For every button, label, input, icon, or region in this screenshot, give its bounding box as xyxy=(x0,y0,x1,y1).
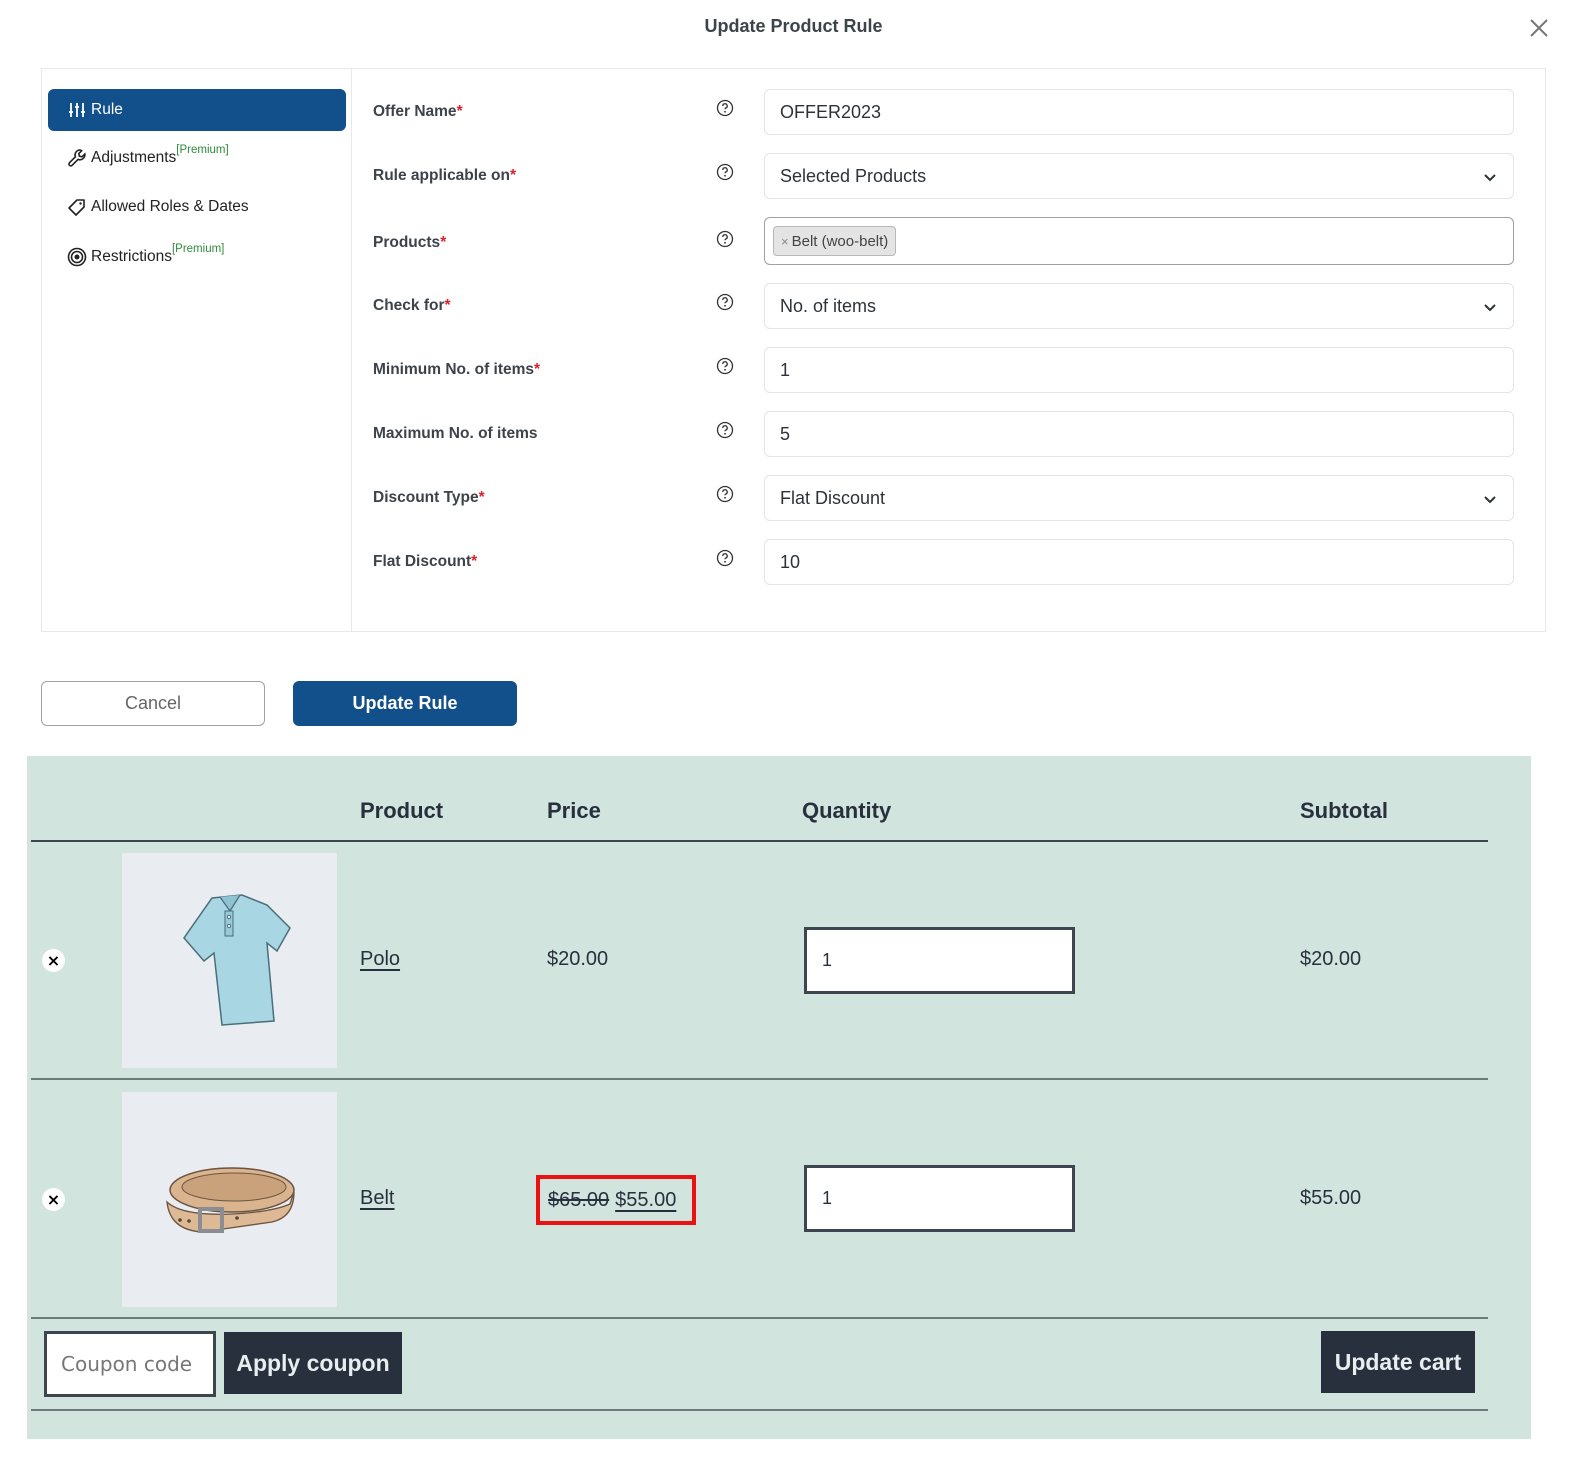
cart-table: Product Price Quantity Subtotal × Polo $… xyxy=(27,756,1531,1439)
product-thumbnail-polo[interactable] xyxy=(122,853,337,1068)
input-value: 5 xyxy=(780,423,791,444)
close-icon xyxy=(1530,19,1548,37)
help-icon[interactable] xyxy=(716,230,734,248)
sidebar-item-label: Adjustments xyxy=(91,149,177,166)
sidebar-item-rule[interactable]: Rule xyxy=(48,89,346,131)
column-header-product: Product xyxy=(360,798,444,823)
sidebar-item-restrictions[interactable]: Restrictions [Premium] xyxy=(48,236,346,278)
chip-remove-button[interactable]: × xyxy=(781,234,789,249)
check-for-select[interactable]: No. of items xyxy=(764,283,1514,329)
product-chip: × Belt (woo-belt) xyxy=(773,226,897,256)
modal-title: Update Product Rule xyxy=(704,16,883,36)
chip-label: Belt (woo-belt) xyxy=(791,232,889,250)
help-icon[interactable] xyxy=(716,293,734,311)
field-label: Check for* xyxy=(373,297,451,314)
sale-price: $55.00 xyxy=(615,1188,677,1211)
cancel-button[interactable]: Cancel xyxy=(41,681,265,726)
help-icon[interactable] xyxy=(716,549,734,567)
remove-item-button[interactable]: × xyxy=(42,1188,65,1211)
field-label: Offer Name* xyxy=(373,103,463,120)
column-header-subtotal: Subtotal xyxy=(1300,798,1388,823)
divider xyxy=(31,1078,1488,1080)
remove-item-button[interactable]: × xyxy=(42,949,65,972)
offer-name-input[interactable]: OFFER2023 xyxy=(764,89,1514,135)
rule-form: Offer Name* OFFER2023 Rule applicable on… xyxy=(352,69,1545,631)
sidebar: Rule Adjustments [Premium] Allowed Roles… xyxy=(42,69,352,631)
sidebar-item-label: Rule xyxy=(91,101,123,118)
divider xyxy=(31,840,1488,842)
form-row-products: Products* × Belt (woo-belt) xyxy=(352,217,1545,265)
form-row-minimum-items: Minimum No. of items* 1 xyxy=(352,347,1545,393)
input-value: OFFER2023 xyxy=(780,101,882,122)
sliders-icon xyxy=(66,99,88,121)
quantity-input[interactable]: 1 xyxy=(804,927,1075,994)
column-header-quantity: Quantity xyxy=(802,798,892,823)
chevron-down-icon xyxy=(1484,304,1496,312)
product-thumbnail-belt[interactable] xyxy=(122,1092,337,1307)
input-value: 10 xyxy=(780,551,801,572)
field-label: Rule applicable on* xyxy=(373,167,516,184)
field-label: Discount Type* xyxy=(373,489,485,506)
update-cart-button[interactable]: Update cart xyxy=(1321,1331,1475,1393)
help-icon[interactable] xyxy=(716,163,734,181)
price: $20.00 xyxy=(547,948,609,970)
coupon-code-input[interactable]: Coupon code xyxy=(44,1331,216,1397)
select-value: No. of items xyxy=(780,295,877,316)
help-icon[interactable] xyxy=(716,485,734,503)
input-value: 1 xyxy=(780,359,791,380)
subtotal: $55.00 xyxy=(1300,1187,1362,1209)
regular-price: $65.00 xyxy=(548,1188,610,1211)
polo-shirt-image xyxy=(183,894,291,1026)
sidebar-item-allowed-roles-dates[interactable]: Allowed Roles & Dates xyxy=(48,186,346,228)
form-row-discount-type: Discount Type* Flat Discount xyxy=(352,475,1545,521)
chevron-down-icon xyxy=(1484,496,1496,504)
help-icon[interactable] xyxy=(716,99,734,117)
price-highlight-box: $65.00 $55.00 xyxy=(536,1175,696,1225)
update-rule-button[interactable]: Update Rule xyxy=(293,681,517,726)
form-row-check-for: Check for* No. of items xyxy=(352,283,1545,329)
field-label: Maximum No. of items xyxy=(373,425,538,442)
tag-icon xyxy=(66,196,88,218)
sidebar-item-label: Allowed Roles & Dates xyxy=(91,198,249,215)
field-label: Minimum No. of items* xyxy=(373,361,541,378)
premium-badge: [Premium] xyxy=(176,144,229,156)
field-label: Flat Discount* xyxy=(373,553,478,570)
rule-applicable-on-select[interactable]: Selected Products xyxy=(764,153,1514,199)
sidebar-item-label: Restrictions xyxy=(91,248,172,265)
form-row-flat-discount: Flat Discount* 10 xyxy=(352,539,1545,585)
quantity-value: 1 xyxy=(822,950,833,970)
field-label: Products* xyxy=(373,234,447,251)
product-link-polo[interactable]: Polo xyxy=(360,948,400,971)
quantity-value: 1 xyxy=(822,1188,833,1208)
products-multiselect[interactable]: × Belt (woo-belt) xyxy=(764,217,1514,265)
product-link-belt[interactable]: Belt xyxy=(360,1187,394,1210)
premium-badge: [Premium] xyxy=(171,243,225,255)
form-row-maximum-items: Maximum No. of items 5 xyxy=(352,411,1545,457)
apply-coupon-button[interactable]: Apply coupon xyxy=(224,1332,402,1394)
column-header-price: Price xyxy=(547,798,601,823)
coupon-placeholder: Coupon code xyxy=(61,1352,193,1376)
form-row-offer-name: Offer Name* OFFER2023 xyxy=(352,89,1545,135)
help-icon[interactable] xyxy=(716,421,734,439)
rule-panel: Rule Adjustments [Premium] Allowed Roles… xyxy=(41,68,1546,632)
select-value: Selected Products xyxy=(780,165,927,186)
belt-image xyxy=(166,1167,295,1233)
quantity-input[interactable]: 1 xyxy=(804,1165,1075,1232)
wrench-icon xyxy=(66,147,88,169)
form-row-rule-applicable-on: Rule applicable on* Selected Products xyxy=(352,153,1545,199)
target-icon xyxy=(66,246,88,268)
close-button[interactable] xyxy=(1526,15,1552,41)
sidebar-item-adjustments[interactable]: Adjustments [Premium] xyxy=(48,137,346,179)
flat-discount-input[interactable]: 10 xyxy=(764,539,1514,585)
divider xyxy=(31,1317,1488,1319)
select-value: Flat Discount xyxy=(780,487,886,508)
chevron-down-icon xyxy=(1484,174,1496,182)
maximum-items-input[interactable]: 5 xyxy=(764,411,1514,457)
subtotal: $20.00 xyxy=(1300,948,1362,970)
divider xyxy=(31,1409,1488,1411)
discount-type-select[interactable]: Flat Discount xyxy=(764,475,1514,521)
help-icon[interactable] xyxy=(716,357,734,375)
minimum-items-input[interactable]: 1 xyxy=(764,347,1514,393)
